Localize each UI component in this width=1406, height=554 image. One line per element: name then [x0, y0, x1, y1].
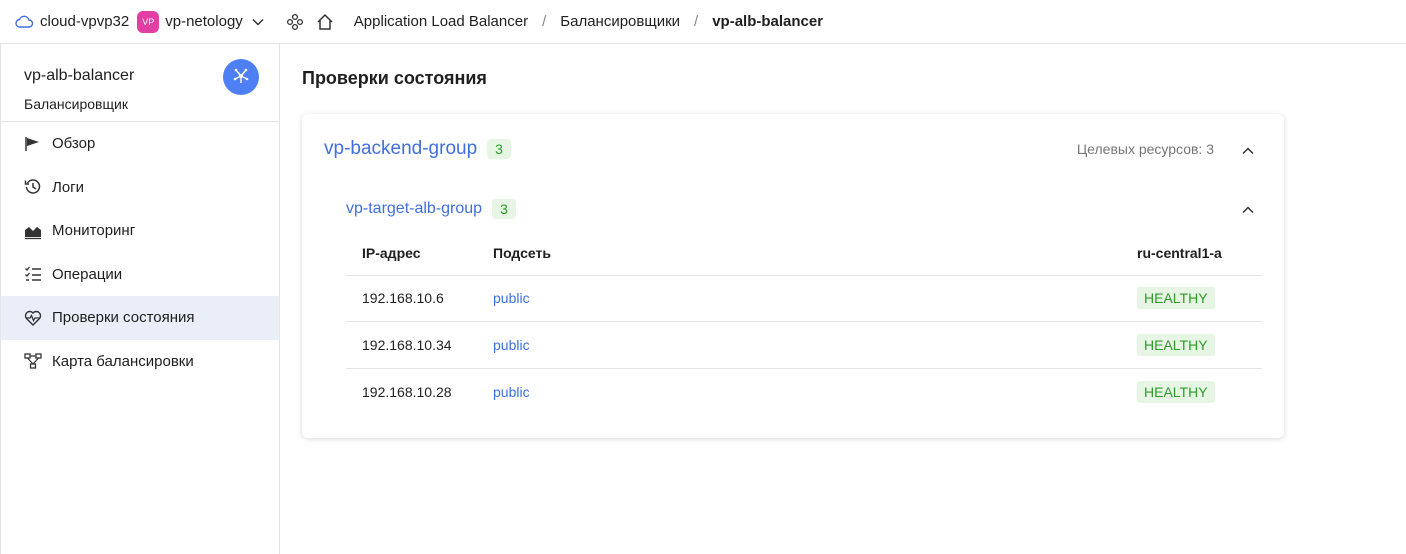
- sidebar-item-monitoring[interactable]: Мониторинг: [1, 209, 279, 253]
- flag-icon: [24, 135, 42, 153]
- target-group-header[interactable]: vp-target-alb-group 3: [346, 198, 1264, 220]
- table-header-row: IP-адрес Подсеть ru-central1-a: [346, 232, 1262, 276]
- history-icon: [24, 178, 42, 196]
- backend-group-count: 3: [487, 139, 511, 159]
- table-row: 192.168.10.34 public HEALTHY: [346, 321, 1262, 369]
- chevron-up-icon[interactable]: [1240, 202, 1256, 218]
- nodes-icon: [24, 352, 42, 370]
- ip-cell: 192.168.10.6: [346, 275, 477, 322]
- sidebar-item-label: Обзор: [52, 135, 96, 153]
- breadcrumb-balancers[interactable]: Балансировщики: [560, 13, 680, 30]
- backend-group-name[interactable]: vp-backend-group: [324, 138, 477, 160]
- targets-table: IP-адрес Подсеть ru-central1-a 192.168.1…: [346, 232, 1262, 415]
- column-header-ip: IP-адрес: [346, 232, 477, 276]
- breadcrumb-separator: /: [542, 13, 547, 30]
- chart-area-icon: [24, 222, 42, 240]
- column-header-subnet: Подсеть: [477, 232, 1121, 276]
- sidebar-item-label: Мониторинг: [52, 222, 136, 240]
- breadcrumb: Application Load Balancer / Балансировщи…: [354, 13, 823, 30]
- target-resources-count: Целевых ресурсов: 3: [1076, 141, 1214, 157]
- sidebar-item-balancing-map[interactable]: Карта балансировки: [1, 340, 279, 384]
- ip-cell: 192.168.10.34: [346, 321, 477, 369]
- status-badge: HEALTHY: [1137, 380, 1215, 403]
- load-balancer-icon: [232, 67, 250, 88]
- subnet-link[interactable]: public: [493, 337, 530, 353]
- home-icon[interactable]: [315, 12, 335, 32]
- sidebar-item-label: Проверки состояния: [52, 309, 195, 327]
- subnet-link[interactable]: public: [493, 290, 530, 306]
- breadcrumb-separator: /: [694, 13, 699, 30]
- folder-selector[interactable]: VP vp-netology: [129, 10, 265, 33]
- service-button[interactable]: [223, 59, 259, 95]
- column-header-zone: ru-central1-a: [1121, 232, 1262, 276]
- resource-type: Балансировщик: [24, 96, 128, 112]
- table-row: 192.168.10.6 public HEALTHY: [346, 275, 1262, 322]
- folder-name: vp-netology: [165, 13, 243, 30]
- resource-title: vp-alb-balancer: [24, 67, 135, 84]
- target-group-name[interactable]: vp-target-alb-group: [346, 200, 482, 218]
- sidebar-item-label: Карта балансировки: [52, 352, 194, 370]
- heart-pulse-icon: [24, 309, 42, 327]
- page-title: Проверки состояния: [302, 68, 487, 88]
- services-icon[interactable]: [285, 12, 305, 32]
- target-group-count: 3: [492, 199, 516, 219]
- sidebar-header: vp-alb-balancer Балансировщик: [1, 44, 279, 122]
- sidebar-item-label: Операции: [52, 265, 123, 283]
- sidebar: vp-alb-balancer Балансировщик Обзор Логи…: [0, 44, 280, 554]
- main-content: Проверки состояния vp-backend-group 3 Це…: [280, 44, 1406, 554]
- cloud-name: cloud-vpvp32: [40, 13, 130, 30]
- list-check-icon: [24, 265, 42, 283]
- status-badge: HEALTHY: [1137, 333, 1215, 356]
- sidebar-item-operations[interactable]: Операции: [1, 253, 279, 297]
- sidebar-item-healthchecks[interactable]: Проверки состояния: [1, 296, 279, 340]
- cloud-selector[interactable]: cloud-vpvp32: [14, 13, 129, 30]
- breadcrumb-current: vp-alb-balancer: [712, 13, 824, 30]
- sidebar-item-overview[interactable]: Обзор: [1, 122, 279, 166]
- folder-badge: VP: [137, 10, 160, 33]
- chevron-down-icon: [251, 15, 265, 29]
- cloud-icon: [14, 14, 34, 30]
- table-row: 192.168.10.28 public HEALTHY: [346, 368, 1262, 415]
- backend-group-header[interactable]: vp-backend-group 3 Целевых ресурсов: 3: [324, 136, 1264, 162]
- chevron-up-icon[interactable]: [1240, 143, 1256, 159]
- top-bar: cloud-vpvp32 VP vp-netology Application …: [0, 0, 1406, 44]
- sidebar-nav: Обзор Логи Мониторинг Операции Проверки …: [1, 122, 279, 383]
- subnet-link[interactable]: public: [493, 384, 530, 400]
- breadcrumb-alb[interactable]: Application Load Balancer: [354, 13, 528, 30]
- ip-cell: 192.168.10.28: [362, 383, 452, 400]
- sidebar-item-label: Логи: [52, 178, 85, 196]
- sidebar-item-logs[interactable]: Логи: [1, 166, 279, 210]
- healthcheck-card: vp-backend-group 3 Целевых ресурсов: 3 v…: [302, 114, 1284, 438]
- status-badge: HEALTHY: [1137, 287, 1215, 310]
